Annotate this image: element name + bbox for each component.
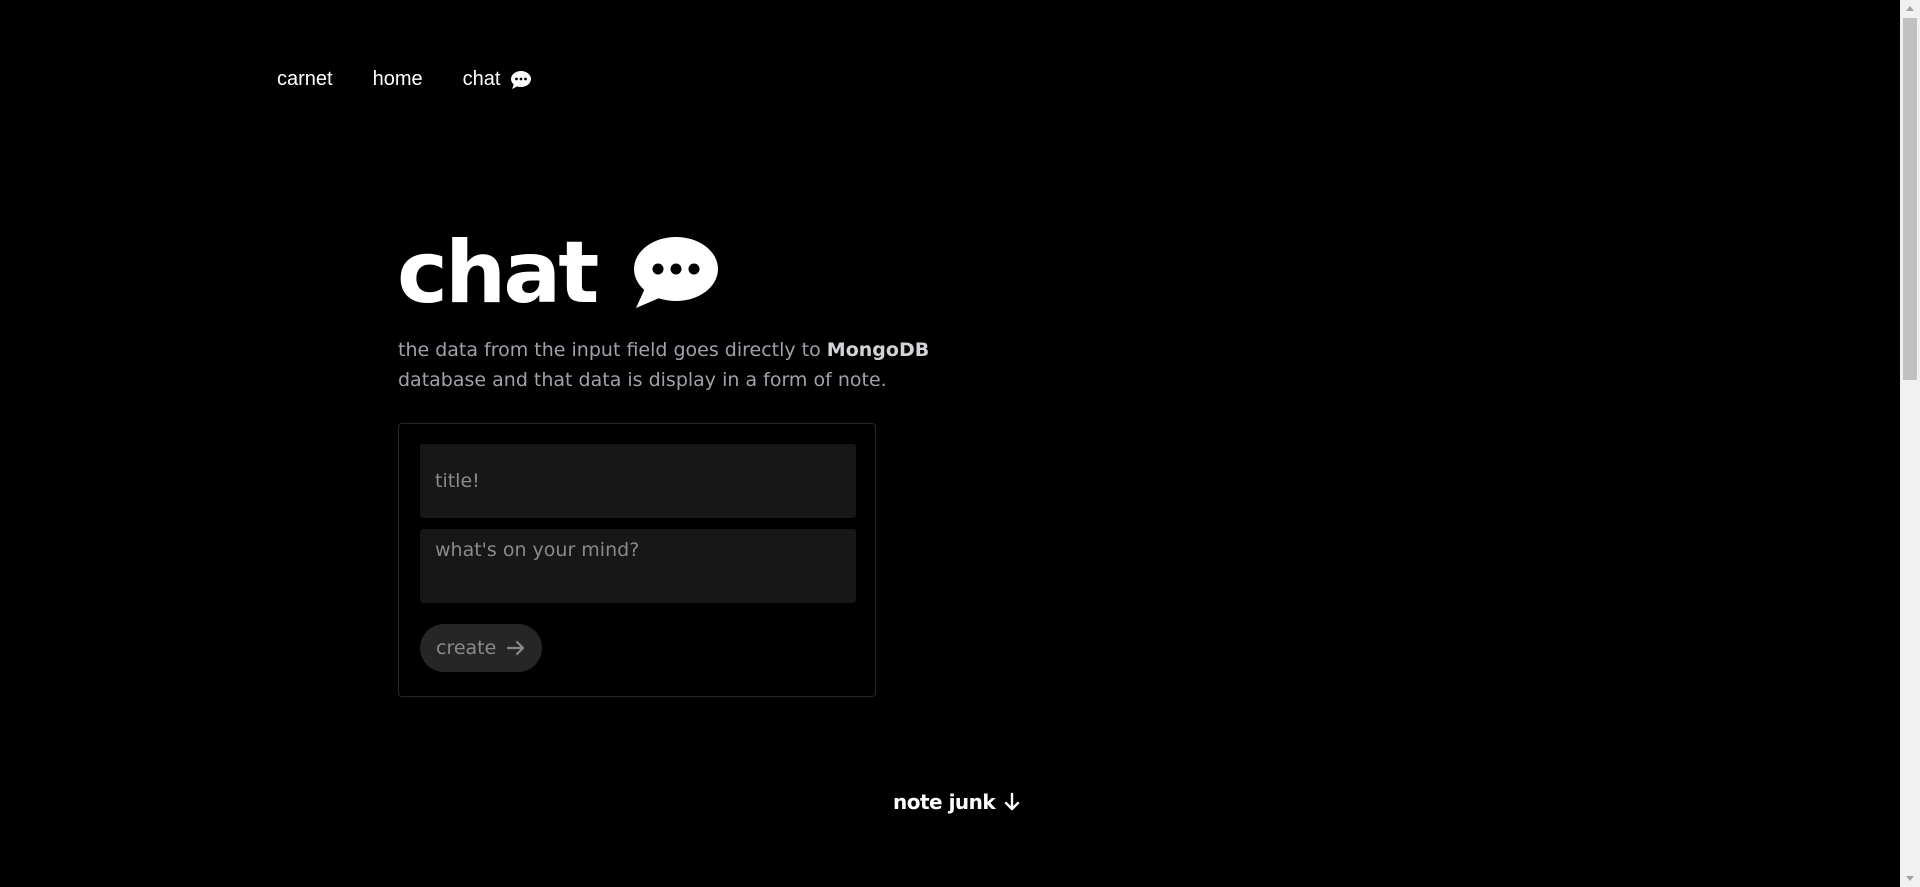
arrow-down-icon [1003, 792, 1021, 812]
speech-bubble-icon [510, 70, 532, 90]
nav-item-carnet[interactable]: carnet [277, 68, 333, 91]
nav-item-label: home [372, 68, 423, 90]
page-description: the data from the input field goes direc… [398, 335, 938, 395]
note-body-input[interactable] [420, 529, 856, 603]
nav-item-label: carnet [277, 68, 333, 90]
description-emphasis: MongoDB [826, 339, 930, 361]
scrollbar-thumb[interactable] [1903, 18, 1917, 380]
note-form: create [398, 423, 876, 697]
arrow-right-icon [506, 640, 526, 656]
create-button-label: create [436, 637, 497, 659]
create-button[interactable]: create [420, 624, 543, 672]
vertical-scrollbar[interactable] [1900, 0, 1920, 887]
description-suffix: database and that data is display in a f… [398, 369, 887, 391]
scroll-up-icon[interactable] [1900, 0, 1920, 17]
title-input[interactable] [420, 444, 856, 518]
note-junk-link[interactable]: note junk [893, 790, 1021, 814]
speech-bubble-icon [632, 236, 719, 310]
nav-item-label: chat [462, 68, 501, 90]
page: carnet home chat chat the data from the … [0, 0, 1920, 887]
note-junk-label: note junk [893, 790, 996, 814]
page-title: chat [397, 223, 599, 323]
hero-heading: chat [397, 223, 719, 323]
top-nav: carnet home chat [277, 68, 572, 91]
nav-item-chat[interactable]: chat [463, 68, 533, 91]
scroll-down-icon[interactable] [1900, 870, 1920, 887]
description-prefix: the data from the input field goes direc… [398, 339, 827, 361]
nav-item-home[interactable]: home [373, 68, 423, 91]
